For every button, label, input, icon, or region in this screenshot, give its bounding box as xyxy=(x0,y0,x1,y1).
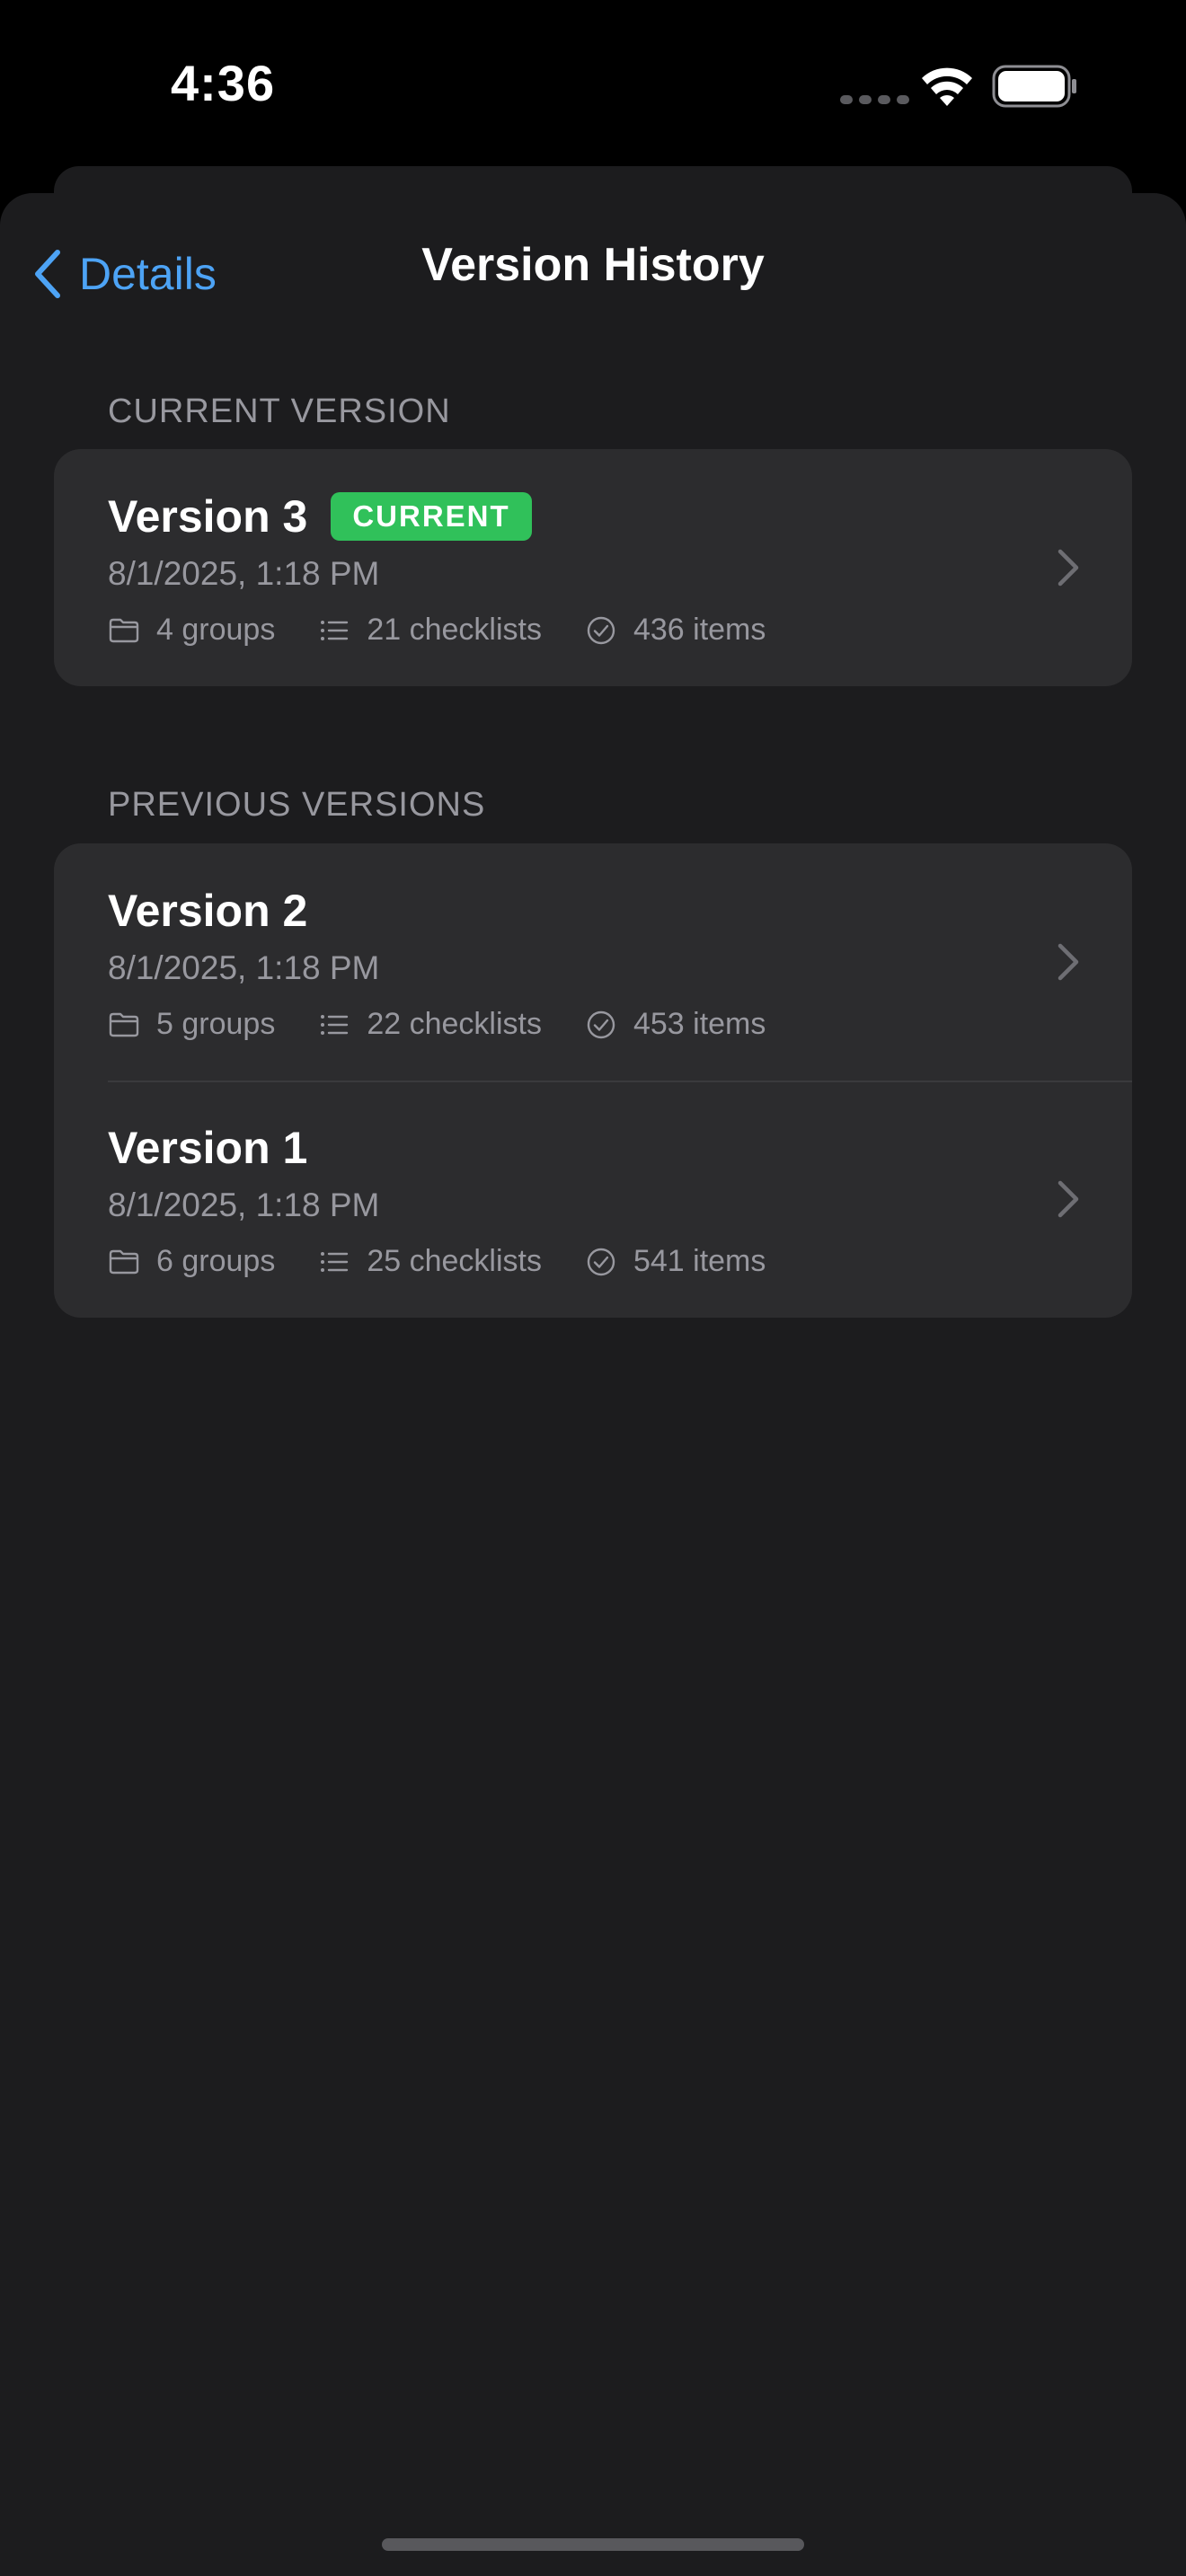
list-bullet-icon xyxy=(321,1014,349,1035)
items-count-label: 436 items xyxy=(633,613,766,647)
version-title: Version 1 xyxy=(108,1123,308,1173)
folder-icon xyxy=(109,618,139,642)
version-meta: 5 groups 22 checklists 453 items xyxy=(108,1007,809,1042)
battery-icon xyxy=(992,65,1076,108)
items-count: 541 items xyxy=(585,1244,766,1279)
status-time: 4:36 xyxy=(171,55,276,111)
chevron-right-icon xyxy=(1058,943,1079,981)
checklists-count: 21 checklists xyxy=(318,613,542,648)
groups-count-label: 4 groups xyxy=(156,613,276,647)
page-title: Version History xyxy=(421,239,765,291)
groups-count: 4 groups xyxy=(108,613,275,648)
checklists-count: 25 checklists xyxy=(318,1244,542,1279)
groups-count: 5 groups xyxy=(108,1007,275,1042)
checkmark-circle-icon xyxy=(587,1248,615,1275)
section-header-previous: PREVIOUS VERSIONS xyxy=(108,786,486,824)
version-date: 8/1/2025, 1:18 PM xyxy=(108,949,380,986)
items-count: 453 items xyxy=(585,1007,766,1042)
current-badge: CURRENT xyxy=(331,492,532,541)
checklists-count-label: 21 checklists xyxy=(367,613,542,647)
previous-versions-card: Version 2 8/1/2025, 1:18 PM 5 groups 22 … xyxy=(54,843,1132,1318)
folder-icon xyxy=(109,1249,139,1274)
row-title-line: Version 2 xyxy=(108,885,307,937)
items-count-label: 453 items xyxy=(633,1007,766,1041)
checklists-count: 22 checklists xyxy=(318,1007,542,1042)
groups-count-label: 5 groups xyxy=(156,1007,276,1041)
cellular-signal-icon xyxy=(840,95,909,104)
version-row-current[interactable]: Version 3 CURRENT 8/1/2025, 1:18 PM 4 gr… xyxy=(54,449,1132,686)
list-bullet-icon xyxy=(321,1251,349,1272)
status-bar: 4:36 xyxy=(0,0,1186,171)
row-title-line: Version 3 CURRENT xyxy=(108,490,532,543)
version-title: Version 3 xyxy=(108,491,308,542)
folder-icon xyxy=(109,1012,139,1037)
checklists-count-label: 22 checklists xyxy=(367,1007,542,1041)
items-count-label: 541 items xyxy=(633,1244,766,1278)
version-title: Version 2 xyxy=(108,886,308,936)
section-header-current: CURRENT VERSION xyxy=(108,393,451,430)
chevron-right-icon xyxy=(1058,1180,1079,1218)
wifi-icon xyxy=(922,67,972,106)
version-date: 8/1/2025, 1:18 PM xyxy=(108,555,380,592)
list-bullet-icon xyxy=(321,620,349,640)
version-row[interactable]: Version 1 8/1/2025, 1:18 PM 6 groups 25 … xyxy=(54,1081,1132,1318)
version-meta: 6 groups 25 checklists 541 items xyxy=(108,1244,809,1279)
items-count: 436 items xyxy=(585,613,766,648)
groups-count: 6 groups xyxy=(108,1244,275,1279)
chevron-right-icon xyxy=(1058,549,1079,587)
version-row[interactable]: Version 2 8/1/2025, 1:18 PM 5 groups 22 … xyxy=(54,843,1132,1081)
row-title-line: Version 1 xyxy=(108,1122,307,1174)
home-indicator[interactable] xyxy=(382,2538,804,2551)
version-meta: 4 groups 21 checklists 436 items xyxy=(108,613,809,648)
checklists-count-label: 25 checklists xyxy=(367,1244,542,1278)
screen: 4:36 Details Version History CURRENT VER… xyxy=(0,0,1186,2576)
groups-count-label: 6 groups xyxy=(156,1244,276,1278)
current-version-card: Version 3 CURRENT 8/1/2025, 1:18 PM 4 gr… xyxy=(54,449,1132,686)
version-date: 8/1/2025, 1:18 PM xyxy=(108,1187,380,1223)
version-history-sheet: Details Version History CURRENT VERSION … xyxy=(0,193,1186,2576)
checkmark-circle-icon xyxy=(587,1010,615,1038)
checkmark-circle-icon xyxy=(587,616,615,644)
